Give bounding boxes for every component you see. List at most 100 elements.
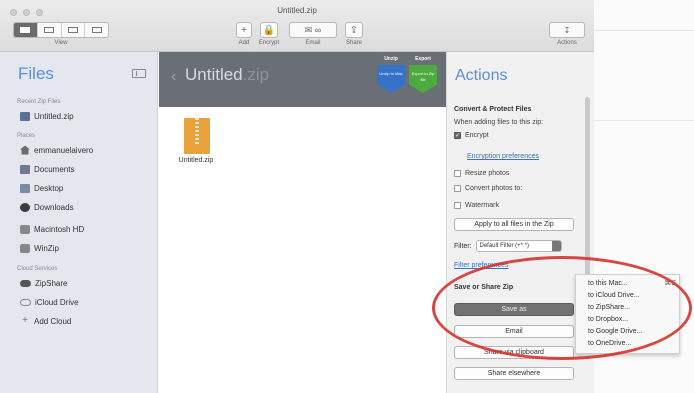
checkbox-icon <box>454 202 461 209</box>
email-label: Email <box>305 40 321 46</box>
encryption-preferences-link[interactable]: Encryption preferences <box>467 153 539 160</box>
sidebar-item-label: iCloud Drive <box>35 297 79 307</box>
downloads-icon <box>20 202 30 212</box>
filter-value: Default Filter (+*.*) <box>479 243 530 249</box>
view-columns-button[interactable] <box>62 23 86 37</box>
add-cloud-button[interactable]: + Add Cloud <box>20 314 71 328</box>
view-cover-button[interactable] <box>85 23 108 37</box>
unzip-sublabel: Unzip to Mac <box>379 71 403 76</box>
save-share-header: Save or Share Zip <box>454 284 514 291</box>
email-button[interactable]: Email <box>454 325 574 338</box>
sidebar-item-documents[interactable]: Documents <box>20 162 74 176</box>
cover-icon <box>91 27 102 33</box>
menu-item-label: to Dropbox... <box>588 316 629 323</box>
checkbox-icon <box>454 185 461 192</box>
unzip-icon: Unzip to Mac <box>377 65 405 93</box>
sidebar-item-downloads[interactable]: Downloads <box>20 200 74 214</box>
menu-item-label: to OneDrive... <box>588 340 632 347</box>
icloud-icon <box>20 298 31 306</box>
resize-photos-checkbox[interactable]: Resize photos <box>454 170 509 177</box>
places-header: Places <box>17 133 36 139</box>
menu-item-label: to this Mac... <box>588 280 628 287</box>
menu-item-dropbox[interactable]: to Dropbox... <box>588 315 676 325</box>
folder-icon <box>20 111 30 121</box>
export-icon: Export to Zip file <box>409 65 437 93</box>
share-button[interactable]: ⇪ <box>345 22 363 38</box>
main-pane: ‹ Untitled.zip Unzip Unzip to Mac Export… <box>159 52 446 393</box>
sidebar-item-macintosh-hd[interactable]: Macintosh HD <box>20 222 84 236</box>
file-item[interactable]: Untitled.zip <box>174 118 218 164</box>
menu-item-this-mac[interactable]: to this Mac... ⌘S <box>588 279 676 289</box>
share-label: Share <box>345 40 362 46</box>
when-adding-text: When adding files to this zip: <box>454 119 544 126</box>
recent-header: Recent Zip Files <box>17 99 61 105</box>
unzip-button[interactable]: Unzip Unzip to Mac <box>377 56 405 104</box>
encrypt-label: Encrypt <box>258 40 280 46</box>
unzip-label: Unzip <box>384 56 398 62</box>
divider <box>594 120 694 121</box>
export-button[interactable]: Export Export to Zip file <box>409 56 437 104</box>
sidebar-item-label: Desktop <box>34 183 64 193</box>
lock-icon: 🔒 <box>262 24 276 36</box>
sidebar-item-recent[interactable]: Untitled.zip <box>20 109 74 123</box>
actions-label: Actions <box>557 40 577 46</box>
sidebar-item-label: WinZip <box>34 243 59 253</box>
email-button[interactable]: ✉ ∞ <box>289 22 337 38</box>
drive-icon <box>20 243 30 253</box>
sidebar-item-label: Macintosh HD <box>34 224 85 234</box>
export-label: Export <box>415 56 431 62</box>
encrypt-button[interactable]: 🔒 <box>260 22 278 38</box>
filter-preferences-link[interactable]: Filter preferences <box>454 262 508 269</box>
sidebar-item-label: Add Cloud <box>34 316 72 326</box>
menu-item-onedrive[interactable]: to OneDrive... <box>588 339 676 349</box>
menu-item-zipshare[interactable]: to ZipShare... <box>588 303 676 313</box>
export-sublabel: Export to Zip file <box>411 71 435 82</box>
archive-header: ‹ Untitled.zip Unzip Unzip to Mac Export… <box>159 52 446 107</box>
list-icon <box>44 27 55 33</box>
add-button[interactable]: + <box>236 22 252 38</box>
sidebar-item-label: Documents <box>34 164 75 174</box>
documents-icon <box>20 164 30 174</box>
cloud-icon <box>20 279 31 287</box>
checkbox-icon <box>454 170 461 177</box>
save-as-menu: to this Mac... ⌘S to iCloud Drive... to Z… <box>575 274 680 354</box>
sidebar-item-winzip[interactable]: WinZip <box>20 241 59 255</box>
view-switcher <box>13 22 109 38</box>
share-clipboard-button[interactable]: Share via clipboard <box>454 346 574 359</box>
convert-photos-checkbox[interactable]: Convert photos to: <box>454 185 522 192</box>
scrollbar[interactable] <box>585 97 590 277</box>
add-label: Add <box>238 40 250 46</box>
toolbar: Untitled.zip View + Add 🔒 Encrypt ✉ ∞ Em… <box>0 0 594 52</box>
encrypt-checkbox[interactable]: ✓ Encrypt <box>454 132 489 139</box>
view-icons-button[interactable] <box>14 23 38 37</box>
sidebar-item-label: Downloads <box>34 202 74 212</box>
view-label: View <box>54 40 68 46</box>
save-as-button[interactable]: Save as <box>454 303 574 316</box>
watermark-label: Watermark <box>465 202 499 209</box>
actions-button[interactable]: ↧ <box>549 22 585 38</box>
sidebar-item-label: ZipShare <box>35 278 68 288</box>
desktop-icon <box>20 183 30 193</box>
sidebar-item-icloud[interactable]: iCloud Drive <box>20 295 79 309</box>
columns-icon <box>67 27 78 33</box>
sidebar-toggle-icon[interactable] <box>132 69 146 78</box>
envelope-icon: ✉ ∞ <box>304 24 322 35</box>
view-list-button[interactable] <box>38 23 62 37</box>
menu-item-label: to Google Drive... <box>588 328 643 335</box>
filter-select[interactable]: Default Filter (+*.*) <box>475 240 562 252</box>
apply-to-all-button[interactable]: Apply to all files in the Zip <box>454 218 574 231</box>
zip-file-icon <box>184 118 210 154</box>
watermark-checkbox[interactable]: Watermark <box>454 202 499 209</box>
menu-item-icloud[interactable]: to iCloud Drive... <box>588 291 676 301</box>
share-elsewhere-button[interactable]: Share elsewhere <box>454 367 574 380</box>
archive-name: Untitled <box>185 65 243 84</box>
sidebar-item-label: Untitled.zip <box>34 111 74 121</box>
menu-item-google-drive[interactable]: to Google Drive... <box>588 327 676 337</box>
sidebar-item-desktop[interactable]: Desktop <box>20 181 63 195</box>
sidebar-item-home[interactable]: emmanuelaivero <box>20 143 93 157</box>
checkbox-checked-icon: ✓ <box>454 132 461 139</box>
actions-title: Actions <box>455 67 508 84</box>
sidebar-item-zipshare[interactable]: ZipShare <box>20 276 67 290</box>
back-icon[interactable]: ‹ <box>171 68 176 86</box>
share-icon: ⇪ <box>349 24 359 36</box>
